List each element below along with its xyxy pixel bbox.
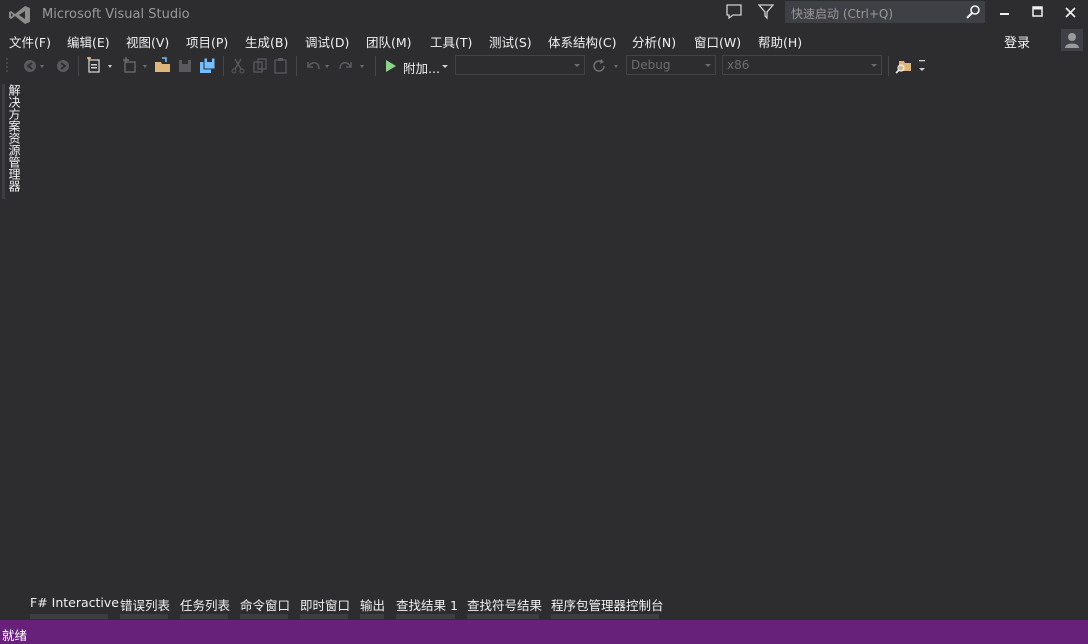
close-button[interactable] bbox=[1054, 0, 1088, 26]
menu-test[interactable]: 测试(S) bbox=[489, 32, 532, 51]
quick-launch-placeholder: 快速启动 (Ctrl+Q) bbox=[791, 7, 894, 21]
tab-label: 查找符号结果 bbox=[467, 598, 543, 613]
menu-debug[interactable]: 调试(D) bbox=[305, 32, 349, 51]
toolbar-separator bbox=[296, 56, 297, 76]
attach-button-label[interactable]: 附加... bbox=[403, 58, 440, 77]
menu-build[interactable]: 生成(B) bbox=[245, 32, 288, 51]
tab-label: 命令窗口 bbox=[240, 598, 291, 613]
quick-launch-search[interactable]: 快速启动 (Ctrl+Q) bbox=[785, 1, 985, 23]
navigate-back-icon[interactable] bbox=[22, 57, 48, 75]
menu-bar: 文件(F) 编辑(E) 视图(V) 项目(P) 生成(B) 调试(D) 团队(M… bbox=[0, 29, 1088, 51]
menu-help[interactable]: 帮助(H) bbox=[758, 32, 802, 51]
menu-window[interactable]: 窗口(W) bbox=[694, 32, 741, 51]
menu-tools[interactable]: 工具(T) bbox=[430, 32, 472, 51]
tab-label: 任务列表 bbox=[180, 598, 231, 613]
toolbar-separator bbox=[888, 56, 889, 76]
tab-label: 输出 bbox=[360, 598, 386, 613]
tab-label: 查找结果 1 bbox=[396, 598, 458, 613]
undo-icon[interactable] bbox=[303, 57, 335, 75]
status-text: 就绪 bbox=[2, 628, 28, 643]
sign-in-link[interactable]: 登录 bbox=[1004, 32, 1030, 51]
menu-analyze[interactable]: 分析(N) bbox=[632, 32, 676, 51]
standard-toolbar: 附加... Debug x86 bbox=[0, 54, 1088, 78]
add-item-icon[interactable] bbox=[121, 57, 153, 75]
minimize-button[interactable] bbox=[988, 0, 1022, 26]
navigate-forward-icon[interactable] bbox=[55, 57, 71, 75]
chevron-down-icon bbox=[871, 64, 877, 67]
toolbar-separator bbox=[375, 56, 376, 76]
start-debugging-icon[interactable] bbox=[384, 57, 398, 75]
copy-icon[interactable] bbox=[252, 57, 268, 75]
paste-icon[interactable] bbox=[273, 57, 289, 75]
debug-target-dropdown[interactable] bbox=[455, 55, 585, 75]
save-all-icon[interactable] bbox=[199, 57, 217, 75]
side-tab-indicator bbox=[2, 84, 5, 199]
tab-label: 错误列表 bbox=[120, 598, 171, 613]
toolbar-separator bbox=[223, 56, 224, 76]
account-icon[interactable] bbox=[1061, 29, 1083, 51]
cut-icon[interactable] bbox=[230, 57, 246, 75]
tab-label: F# Interactive bbox=[30, 595, 119, 610]
solution-explorer-tab-label: 解决方案资源管理器 bbox=[7, 84, 21, 192]
menu-architecture[interactable]: 体系结构(C) bbox=[548, 32, 616, 51]
menu-project[interactable]: 项目(P) bbox=[186, 32, 228, 51]
toolbar-grip-icon[interactable] bbox=[6, 57, 10, 75]
configuration-value: Debug bbox=[631, 58, 671, 72]
refresh-icon[interactable] bbox=[592, 57, 622, 75]
feedback-icon[interactable] bbox=[725, 3, 743, 21]
notification-filter-icon[interactable] bbox=[757, 3, 775, 21]
redo-icon[interactable] bbox=[338, 57, 370, 75]
toolbar-overflow-icon[interactable] bbox=[917, 57, 927, 75]
open-file-icon[interactable] bbox=[154, 57, 172, 75]
tab-label: 程序包管理器控制台 bbox=[551, 598, 664, 613]
tab-label: 即时窗口 bbox=[300, 598, 351, 613]
find-in-files-icon[interactable] bbox=[895, 57, 913, 75]
search-icon bbox=[966, 5, 980, 19]
window-title: Microsoft Visual Studio bbox=[42, 7, 190, 22]
menu-file[interactable]: 文件(F) bbox=[9, 32, 51, 51]
platform-value: x86 bbox=[727, 58, 750, 72]
visual-studio-logo-icon bbox=[8, 5, 32, 25]
toolbar-separator bbox=[78, 56, 79, 76]
chevron-down-icon[interactable] bbox=[440, 57, 450, 75]
status-bar: 就绪 bbox=[0, 620, 1088, 644]
solution-platform-dropdown[interactable]: x86 bbox=[722, 55, 882, 75]
maximize-button[interactable] bbox=[1021, 0, 1055, 26]
chevron-down-icon bbox=[574, 64, 580, 67]
menu-edit[interactable]: 编辑(E) bbox=[67, 32, 110, 51]
solution-explorer-tab[interactable]: 解决方案资源管理器 bbox=[6, 84, 22, 199]
menu-view[interactable]: 视图(V) bbox=[126, 32, 169, 51]
menu-team[interactable]: 团队(M) bbox=[366, 32, 412, 51]
save-icon[interactable] bbox=[177, 57, 193, 75]
solution-configuration-dropdown[interactable]: Debug bbox=[626, 55, 716, 75]
new-project-icon[interactable] bbox=[86, 57, 118, 75]
chevron-down-icon bbox=[705, 64, 711, 67]
